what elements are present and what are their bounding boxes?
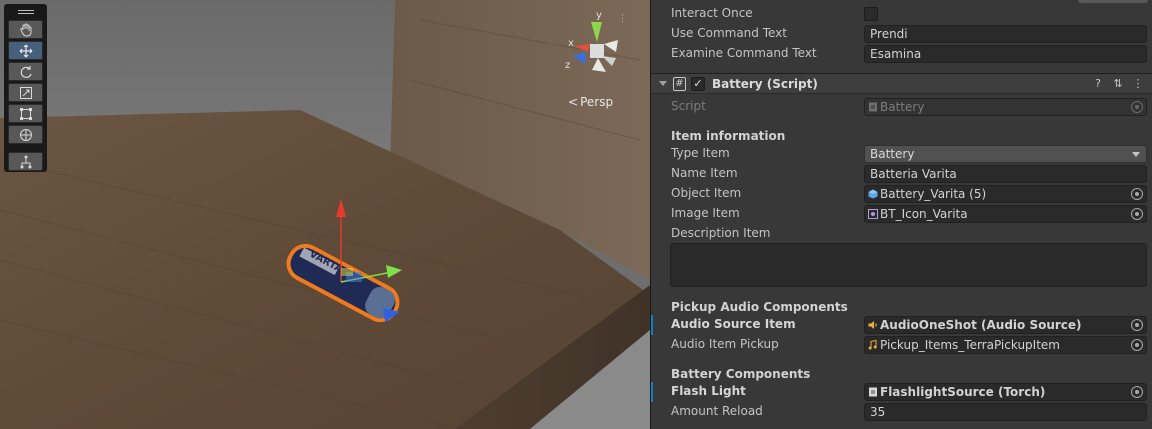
view-mode-label: Persp — [580, 95, 614, 109]
flash-light-value: FlashlightSource (Torch) — [880, 385, 1046, 399]
svg-text:⋮: ⋮ — [618, 14, 627, 24]
object-item-value: Battery_Varita (5) — [880, 187, 987, 201]
type-item-value: Battery — [870, 147, 915, 161]
dropdown-arrow-icon — [1132, 152, 1140, 157]
interact-once-checkbox[interactable] — [864, 7, 878, 21]
name-item-field[interactable]: Batteria Varita — [864, 165, 1147, 183]
scene-view[interactable]: VARTA y x z ⋮ < Persp — [0, 0, 650, 429]
name-item-row: Name Item Batteria Varita — [651, 164, 1152, 184]
name-item-label: Name Item — [671, 166, 738, 180]
object-picker-icon[interactable] — [1131, 319, 1143, 331]
image-item-field[interactable]: BT_Icon_Varita — [864, 205, 1147, 223]
flash-light-row: Flash Light FlashlightSource (Torch) — [651, 382, 1152, 402]
examine-command-text-field[interactable]: Esamina — [864, 45, 1147, 63]
scale-tool-button[interactable] — [8, 83, 43, 102]
image-item-label: Image Item — [671, 206, 740, 220]
scene-viewport[interactable]: VARTA — [0, 0, 650, 429]
object-picker-icon — [1131, 101, 1143, 113]
image-item-value: BT_Icon_Varita — [880, 207, 968, 221]
toolbar-drag-handle[interactable] — [8, 7, 43, 17]
description-item-label: Description Item — [671, 226, 771, 240]
interact-once-label: Interact Once — [671, 6, 753, 20]
foldout-arrow-icon[interactable] — [659, 81, 667, 86]
amount-reload-label: Amount Reload — [671, 404, 763, 418]
hand-icon — [19, 23, 31, 36]
component-enabled-checkbox[interactable]: ✓ — [691, 77, 705, 91]
inspector-top-button[interactable] — [1078, 0, 1148, 3]
script-value: Battery — [880, 100, 925, 114]
script-label: Script — [671, 99, 706, 113]
script-file-icon — [869, 102, 877, 112]
amount-reload-row: Amount Reload 35 — [651, 402, 1152, 422]
scene-toolbar — [4, 4, 47, 172]
script-hash-icon: # — [673, 77, 686, 91]
kebab-menu-icon[interactable]: ⋮ — [1131, 77, 1145, 91]
gizmo-y-label: y — [596, 10, 602, 21]
gizmo-x-label: x — [568, 38, 574, 49]
type-item-dropdown[interactable]: Battery — [864, 145, 1147, 163]
script-row: Script Battery — [651, 97, 1152, 117]
pickup-audio-header: Pickup Audio Components — [671, 300, 848, 314]
move-arrows-icon — [19, 44, 32, 57]
description-item-textarea[interactable] — [670, 243, 1147, 287]
gizmo-z-label: z — [565, 60, 570, 71]
transform-icon — [19, 128, 32, 141]
use-command-text-field[interactable]: Prendi — [864, 25, 1147, 43]
component-title: Battery (Script) — [712, 77, 818, 91]
flash-light-label: Flash Light — [671, 384, 746, 398]
object-picker-icon[interactable] — [1131, 339, 1143, 351]
use-command-text-row: Use Command Text Prendi — [651, 24, 1152, 44]
sprite-icon — [868, 209, 878, 219]
hand-tool-button[interactable] — [8, 20, 43, 39]
use-command-text-label: Use Command Text — [671, 26, 787, 40]
interact-once-row: Interact Once — [651, 4, 1152, 24]
prefab-cube-icon — [868, 189, 878, 199]
custom-editor-tool-icon — [20, 155, 31, 168]
move-tool-button[interactable] — [8, 41, 43, 60]
help-icon[interactable]: ? — [1091, 77, 1105, 91]
item-information-header: Item information — [671, 129, 786, 143]
audio-item-pickup-label: Audio Item Pickup — [671, 337, 779, 351]
inspector-panel: Interact Once Use Command Text Prendi Ex… — [650, 0, 1152, 429]
audio-clip-icon — [868, 340, 877, 350]
object-item-label: Object Item — [671, 186, 742, 200]
rotate-icon — [20, 65, 32, 78]
amount-reload-field[interactable]: 35 — [864, 403, 1147, 421]
perspective-toggle[interactable]: < Persp — [568, 95, 613, 109]
audio-source-icon — [868, 321, 877, 329]
audio-source-item-label: Audio Source Item — [671, 317, 796, 331]
audio-source-item-field[interactable]: AudioOneShot (Audio Source) — [864, 316, 1147, 334]
presets-icon[interactable]: ⇅ — [1111, 77, 1125, 91]
rect-tool-button[interactable] — [8, 104, 43, 123]
image-item-row: Image Item BT_Icon_Varita — [651, 204, 1152, 224]
object-item-field[interactable]: Battery_Varita (5) — [864, 185, 1147, 203]
transform-tool-button[interactable] — [8, 125, 43, 144]
script-field: Battery — [864, 98, 1147, 116]
object-picker-icon[interactable] — [1131, 386, 1143, 398]
audio-item-pickup-field[interactable]: Pickup_Items_TerraPickupItem — [864, 336, 1147, 354]
object-item-row: Object Item Battery_Varita (5) — [651, 184, 1152, 204]
audio-item-pickup-row: Audio Item Pickup Pickup_Items_TerraPick… — [651, 335, 1152, 355]
perspective-chevron-icon: < — [568, 95, 579, 109]
audio-source-item-value: AudioOneShot (Audio Source) — [880, 318, 1082, 332]
orientation-gizmo[interactable]: y x z ⋮ — [560, 6, 630, 86]
scale-icon — [19, 86, 32, 99]
audio-source-item-row: Audio Source Item AudioOneShot (Audio So… — [651, 315, 1152, 335]
rotate-tool-button[interactable] — [8, 62, 43, 81]
custom-tool-button[interactable] — [8, 152, 43, 171]
description-item-row: Description Item — [651, 224, 1152, 244]
battery-component-header[interactable]: # ✓ Battery (Script) ? ⇅ ⋮ — [651, 73, 1152, 94]
examine-command-text-row: Examine Command Text Esamina — [651, 44, 1152, 64]
flash-light-field[interactable]: FlashlightSource (Torch) — [864, 383, 1147, 401]
rect-transform-icon — [19, 107, 32, 120]
examine-command-text-label: Examine Command Text — [671, 46, 817, 60]
script-file-icon — [869, 387, 877, 397]
audio-item-pickup-value: Pickup_Items_TerraPickupItem — [880, 338, 1060, 352]
type-item-row: Type Item Battery — [651, 144, 1152, 164]
object-picker-icon[interactable] — [1131, 188, 1143, 200]
battery-components-header: Battery Components — [671, 367, 811, 381]
object-picker-icon[interactable] — [1131, 208, 1143, 220]
type-item-label: Type Item — [671, 146, 730, 160]
